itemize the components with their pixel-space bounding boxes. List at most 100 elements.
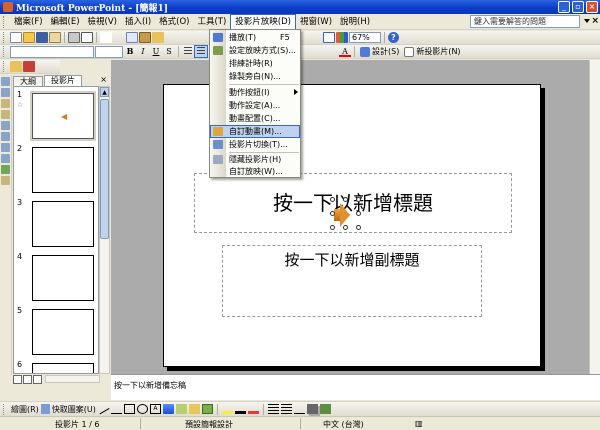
dash-style-icon[interactable] xyxy=(280,404,292,414)
textbox-icon[interactable]: A xyxy=(149,404,161,414)
resize-handle[interactable] xyxy=(356,225,361,230)
normal-view-button[interactable] xyxy=(13,374,22,384)
paste-icon[interactable] xyxy=(139,32,151,43)
menu-item-play[interactable]: 播放(T) F5 xyxy=(210,31,300,44)
subtitle-placeholder[interactable]: 按一下以新增副標題 xyxy=(222,245,482,317)
menu-insert[interactable]: 插入(I) xyxy=(121,15,155,29)
toolbar-grip[interactable] xyxy=(3,61,6,72)
restore-button[interactable]: ▫ xyxy=(572,1,584,13)
slideshow-view-button[interactable] xyxy=(33,374,42,384)
fill-color-icon[interactable] xyxy=(221,404,233,414)
menu-view[interactable]: 檢視(V) xyxy=(84,15,121,29)
slide-scrollbar[interactable] xyxy=(589,60,600,374)
menu-help[interactable]: 說明(H) xyxy=(336,15,374,29)
resize-handle[interactable] xyxy=(356,211,361,216)
expand-icon[interactable] xyxy=(1,132,10,141)
oval-icon[interactable] xyxy=(136,404,148,414)
panel-close-icon[interactable]: × xyxy=(100,75,107,84)
tab-slides[interactable]: 投影片 xyxy=(44,75,82,86)
menu-item-custom-shows[interactable]: 自訂放映(W)... xyxy=(210,165,300,178)
wordart-icon[interactable] xyxy=(162,404,174,414)
rectangle-icon[interactable] xyxy=(123,404,135,414)
help-dropdown-icon[interactable] xyxy=(584,19,590,23)
pen-icon[interactable] xyxy=(10,61,22,72)
thumbnail-row[interactable]: 6 xyxy=(14,360,98,373)
menu-item-animation-schemes[interactable]: 動畫配置(C)... xyxy=(210,112,300,125)
collapse-icon[interactable] xyxy=(1,121,10,130)
menu-item-action-settings[interactable]: 動作設定(A)... xyxy=(210,99,300,112)
insert-chart-icon[interactable] xyxy=(336,32,348,43)
document-close-button[interactable]: × xyxy=(591,16,599,26)
collapse-all-icon[interactable] xyxy=(1,143,10,152)
expand-all-icon[interactable] xyxy=(1,154,10,163)
3d-style-icon[interactable] xyxy=(319,404,331,414)
promote-icon[interactable] xyxy=(1,77,10,86)
thumbnail-scrollbar[interactable]: ▲ xyxy=(99,86,110,374)
line-style-icon[interactable] xyxy=(267,404,279,414)
print-icon[interactable] xyxy=(68,32,80,43)
slide-sorter-button[interactable] xyxy=(23,374,32,384)
underline-button[interactable]: U xyxy=(150,46,162,57)
autoshapes-button[interactable]: 快取圖案(U) xyxy=(52,404,96,415)
thumbnail-row[interactable]: 5 xyxy=(14,306,98,356)
draw-menu-button[interactable]: 繪圖(R) xyxy=(11,404,39,415)
resize-handle[interactable] xyxy=(330,211,335,216)
font-size-dropdown[interactable] xyxy=(95,45,123,58)
clip-art-icon[interactable] xyxy=(188,404,200,414)
insert-table-icon[interactable] xyxy=(323,32,335,43)
move-up-icon[interactable] xyxy=(1,99,10,108)
cut-icon[interactable] xyxy=(113,32,125,43)
tab-outline[interactable]: 大綱 xyxy=(13,76,43,86)
italic-button[interactable]: I xyxy=(137,46,149,57)
resize-handle[interactable] xyxy=(343,225,348,230)
zoom-dropdown[interactable]: 67% xyxy=(349,32,381,43)
slide-thumbnail[interactable] xyxy=(32,255,94,301)
line-color-icon[interactable] xyxy=(234,404,246,414)
arrow-style-icon[interactable] xyxy=(293,404,305,414)
resize-handle[interactable] xyxy=(356,197,361,202)
menubar-grip[interactable] xyxy=(3,15,6,28)
align-left-button[interactable] xyxy=(182,46,194,57)
font-name-dropdown[interactable] xyxy=(10,45,94,58)
bold-button[interactable]: B xyxy=(124,46,136,57)
shadow-button[interactable]: S xyxy=(163,46,175,57)
scroll-up-icon[interactable]: ▲ xyxy=(100,87,109,97)
menu-item-rehearse-timings[interactable]: 排練計時(R) xyxy=(210,57,300,70)
menu-tools[interactable]: 工具(T) xyxy=(193,15,230,29)
scrollbar-thumb[interactable] xyxy=(100,99,109,239)
toolbar-grip[interactable] xyxy=(3,46,6,57)
font-color-icon[interactable] xyxy=(247,404,259,414)
resize-handle[interactable] xyxy=(343,197,348,202)
picture-icon[interactable] xyxy=(201,404,213,414)
thumbnail-row[interactable]: 2 xyxy=(14,144,98,194)
summary-slide-icon[interactable] xyxy=(1,165,10,174)
spelling-icon[interactable] xyxy=(100,32,112,43)
slide-thumbnail[interactable] xyxy=(32,309,94,355)
select-objects-icon[interactable] xyxy=(40,404,50,414)
menu-item-record-narration[interactable]: 錄製旁白(N)... xyxy=(210,70,300,83)
notes-pane[interactable]: 按一下以新增備忘稿 xyxy=(111,374,600,400)
help-icon[interactable]: ? xyxy=(388,32,399,43)
line-icon[interactable] xyxy=(97,404,110,414)
align-center-button[interactable] xyxy=(194,45,208,58)
help-search-input[interactable]: 鍵入需要解答的問題 xyxy=(470,15,580,28)
new-slide-button[interactable]: 新投影片(N) xyxy=(402,46,462,57)
demote-icon[interactable] xyxy=(1,88,10,97)
save-icon[interactable] xyxy=(36,32,48,43)
move-down-icon[interactable] xyxy=(1,110,10,119)
menu-edit[interactable]: 編輯(E) xyxy=(47,15,84,29)
panel-horizontal-scrollbar[interactable] xyxy=(45,375,100,383)
toolbar-grip[interactable] xyxy=(3,32,6,43)
close-button[interactable]: × xyxy=(586,1,598,13)
format-painter-icon[interactable] xyxy=(152,32,164,43)
diagram-icon[interactable] xyxy=(175,404,187,414)
thumbnail-row[interactable]: 1 ☆ ◀ xyxy=(14,90,98,141)
slide-thumbnail[interactable]: ◀ xyxy=(30,91,96,141)
shadow-style-icon[interactable] xyxy=(306,404,318,414)
resize-handle[interactable] xyxy=(330,225,335,230)
menu-item-setup-show[interactable]: 設定放映方式(S)... xyxy=(210,44,300,57)
font-color-button[interactable]: A xyxy=(339,46,351,57)
minimize-button[interactable]: _ xyxy=(558,1,570,13)
menu-item-slide-transition[interactable]: 投影片切換(T)... xyxy=(210,138,300,151)
slide-thumbnail[interactable] xyxy=(32,147,94,193)
